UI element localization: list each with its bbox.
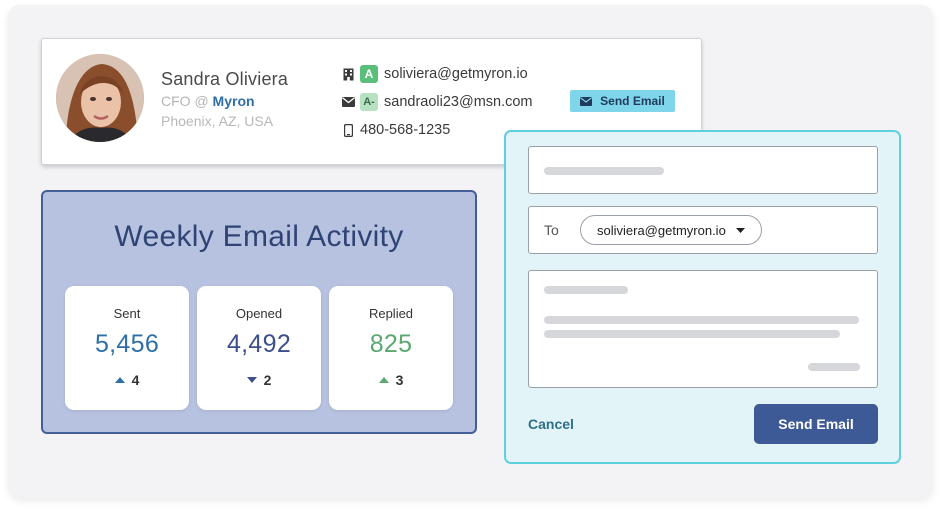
email-score-badge: A- [360,93,378,111]
stat-card-replied: Replied 825 3 [329,286,453,410]
arrow-up-icon [378,377,389,383]
avatar [56,54,144,142]
to-field: To soliviera@getmyron.io [528,206,878,254]
send-email-button[interactable]: Send Email [754,404,878,444]
subject-field[interactable] [528,146,878,194]
stat-change: 4 [65,372,189,388]
body-placeholder-line [544,316,859,324]
stat-value: 825 [369,330,413,358]
stat-label: Replied [368,306,414,321]
work-email-row: A soliviera@getmyron.io [341,64,528,84]
body-placeholder-line [544,330,840,338]
stat-change: 2 [197,372,321,388]
phone-row: 480-568-1235 [341,120,450,140]
personal-email[interactable]: sandraoli23@msn.com [384,94,533,110]
to-label: To [544,222,559,238]
stat-change-value: 2 [263,372,272,388]
arrow-down-icon [246,377,257,383]
contact-name: Sandra Oliviera [161,69,289,89]
stat-change: 3 [329,372,453,388]
envelope-icon [341,95,355,109]
cancel-button[interactable]: Cancel [528,416,574,432]
stat-value: 5,456 [94,330,160,358]
personal-email-row: A- sandraoli23@msn.com [341,92,533,112]
chevron-down-icon [736,228,745,233]
stat-change-value: 4 [131,372,140,388]
subject-placeholder-line [544,167,664,175]
activity-title: Weekly Email Activity [114,220,404,253]
stat-value: 4,492 [226,330,292,358]
body-placeholder-line [808,363,860,371]
building-icon [341,67,355,81]
recipient-email: soliviera@getmyron.io [597,222,726,238]
contact-location: Phoenix, AZ, USA [161,113,274,129]
stat-label: Opened [235,306,283,321]
weekly-activity-panel: Weekly Email Activity Sent 5,456 4 Opene… [41,190,477,434]
send-email-chip-button[interactable]: Send Email [570,90,675,112]
compose-email-panel: To soliviera@getmyron.io Cancel Send Ema… [504,130,901,464]
email-score-badge: A [360,65,378,83]
stat-change-value: 3 [395,372,404,388]
arrow-up-icon [114,377,125,383]
work-email[interactable]: soliviera@getmyron.io [384,66,528,82]
stat-card-sent: Sent 5,456 4 [65,286,189,410]
stat-label: Sent [113,306,141,321]
company-link[interactable]: Myron [213,93,255,109]
message-body-field[interactable] [528,270,878,388]
send-email-chip-label: Send Email [600,94,665,108]
role-title: CFO @ [161,93,209,109]
phone-number[interactable]: 480-568-1235 [360,122,450,138]
stat-card-opened: Opened 4,492 2 [197,286,321,410]
contact-role: CFO @ Myron [161,93,255,109]
recipient-dropdown[interactable]: soliviera@getmyron.io [580,215,762,245]
envelope-icon [580,96,593,106]
phone-icon [341,123,355,137]
body-placeholder-line [544,286,628,294]
